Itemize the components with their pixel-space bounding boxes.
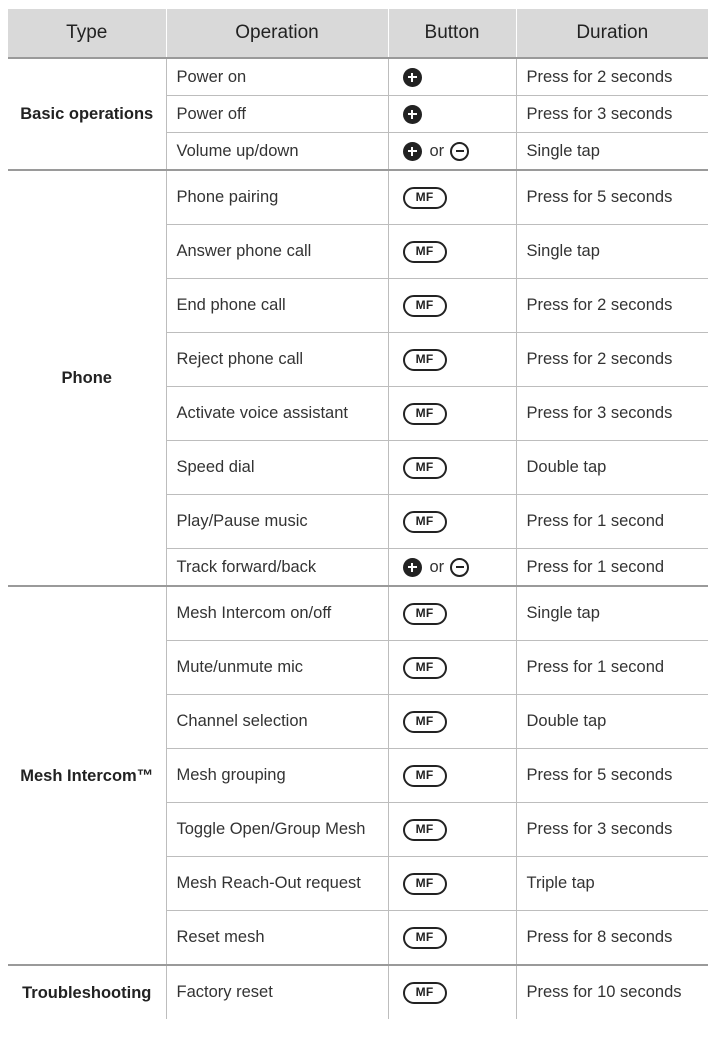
mf-button-icon: MF: [402, 348, 447, 371]
operation-cell: Mesh Reach-Out request: [165, 856, 388, 911]
duration-cell: Press for 2 seconds: [515, 58, 708, 96]
operation-cell: Volume up/down: [165, 132, 388, 171]
button-cell: [387, 58, 516, 96]
header-operation: Operation: [165, 9, 388, 59]
type-cell: Mesh Intercom™: [8, 586, 166, 966]
duration-cell: Press for 1 second: [515, 548, 708, 587]
table-row: Troubleshooting Factory reset MF Press for …: [8, 965, 708, 1019]
operation-cell: End phone call: [165, 278, 388, 333]
header-button: Button: [387, 9, 516, 59]
operation-cell: Mesh grouping: [165, 748, 388, 803]
or-connector: or: [429, 141, 445, 160]
or-connector: or: [429, 557, 445, 576]
operation-cell: Mute/unmute mic: [165, 640, 388, 695]
plus-button-icon: [402, 141, 422, 161]
operation-cell: Channel selection: [165, 694, 388, 749]
button-cell: MF: [387, 386, 516, 441]
mf-button-icon: MF: [402, 186, 447, 209]
table-header: Type Operation Button Duration: [8, 9, 708, 59]
mf-button-icon: MF: [402, 294, 447, 317]
operation-cell: Activate voice assistant: [165, 386, 388, 441]
operation-cell: Track forward/back: [165, 548, 388, 587]
operation-cell: Reject phone call: [165, 332, 388, 387]
minus-button-icon: [450, 557, 470, 577]
mf-button-icon: MF: [402, 981, 447, 1004]
operation-cell: Speed dial: [165, 440, 388, 495]
duration-cell: Single tap: [515, 224, 708, 279]
operation-cell: Phone pairing: [165, 170, 388, 225]
duration-cell: Press for 1 second: [515, 640, 708, 695]
duration-cell: Press for 2 seconds: [515, 278, 708, 333]
mf-button-icon: MF: [402, 710, 447, 733]
operation-cell: Factory reset: [165, 965, 388, 1019]
button-cell: or: [387, 132, 516, 171]
table-row: Phone Phone pairing MF Press for 5 seconds: [8, 170, 708, 587]
duration-cell: Press for 5 seconds: [515, 170, 708, 225]
button-cell: MF: [387, 694, 516, 749]
plus-button-icon: [402, 104, 422, 124]
duration-cell: Press for 8 seconds: [515, 910, 708, 966]
duration-cell: Press for 5 seconds: [515, 748, 708, 803]
button-cell: MF: [387, 910, 516, 966]
table-body: Basic operations Power on Press for 2 seco…: [8, 58, 708, 1019]
button-cell: MF: [387, 278, 516, 333]
header-type: Type: [8, 9, 166, 59]
minus-button-icon: [450, 141, 470, 161]
button-cell: MF: [387, 965, 516, 1019]
duration-cell: Double tap: [515, 440, 708, 495]
mf-button-icon: MF: [402, 402, 447, 425]
duration-cell: Single tap: [515, 132, 708, 171]
operation-cell: Power off: [165, 95, 388, 133]
mf-button-icon: MF: [402, 510, 447, 533]
mf-button-icon: MF: [402, 656, 447, 679]
header-row: Type Operation Button Duration: [8, 9, 708, 59]
button-cell: MF: [387, 224, 516, 279]
operation-cell: Mesh Intercom on/off: [165, 586, 388, 641]
button-cell: MF: [387, 440, 516, 495]
duration-cell: Press for 3 seconds: [515, 802, 708, 857]
table-row: Basic operations Power on Press for 2 seco…: [8, 58, 708, 171]
button-cell: MF: [387, 494, 516, 549]
duration-cell: Press for 3 seconds: [515, 386, 708, 441]
button-cell: MF: [387, 640, 516, 695]
mf-button-icon: MF: [402, 602, 447, 625]
button-cell: MF: [387, 332, 516, 387]
mf-button-icon: MF: [402, 926, 447, 949]
button-cell: MF: [387, 170, 516, 225]
button-operations-table: Type Operation Button Duration Basic ope…: [8, 9, 708, 1019]
type-cell: Basic operations: [8, 58, 166, 171]
duration-cell: Press for 3 seconds: [515, 95, 708, 133]
operation-cell: Power on: [165, 58, 388, 96]
duration-cell: Single tap: [515, 586, 708, 641]
plus-button-icon: [402, 557, 422, 577]
button-cell: MF: [387, 856, 516, 911]
type-cell: Phone: [8, 170, 166, 587]
button-cell: MF: [387, 802, 516, 857]
mf-button-icon: MF: [402, 456, 447, 479]
duration-cell: Press for 2 seconds: [515, 332, 708, 387]
duration-cell: Triple tap: [515, 856, 708, 911]
operation-cell: Toggle Open/Group Mesh: [165, 802, 388, 857]
plus-button-icon: [402, 67, 422, 87]
operation-cell: Play/Pause music: [165, 494, 388, 549]
duration-cell: Press for 10 seconds: [515, 965, 708, 1019]
button-cell: or: [387, 548, 516, 587]
button-cell: [387, 95, 516, 133]
operation-cell: Reset mesh: [165, 910, 388, 966]
duration-cell: Press for 1 second: [515, 494, 708, 549]
mf-button-icon: MF: [402, 240, 447, 263]
button-cell: MF: [387, 586, 516, 641]
table-row: Mesh Intercom™ Mesh Intercom on/off MF Sing…: [8, 586, 708, 966]
mf-button-icon: MF: [402, 764, 447, 787]
mf-button-icon: MF: [402, 872, 447, 895]
duration-cell: Double tap: [515, 694, 708, 749]
mf-button-icon: MF: [402, 818, 447, 841]
operation-cell: Answer phone call: [165, 224, 388, 279]
type-cell: Troubleshooting: [22, 983, 152, 1002]
button-cell: MF: [387, 748, 516, 803]
header-duration: Duration: [515, 9, 708, 59]
